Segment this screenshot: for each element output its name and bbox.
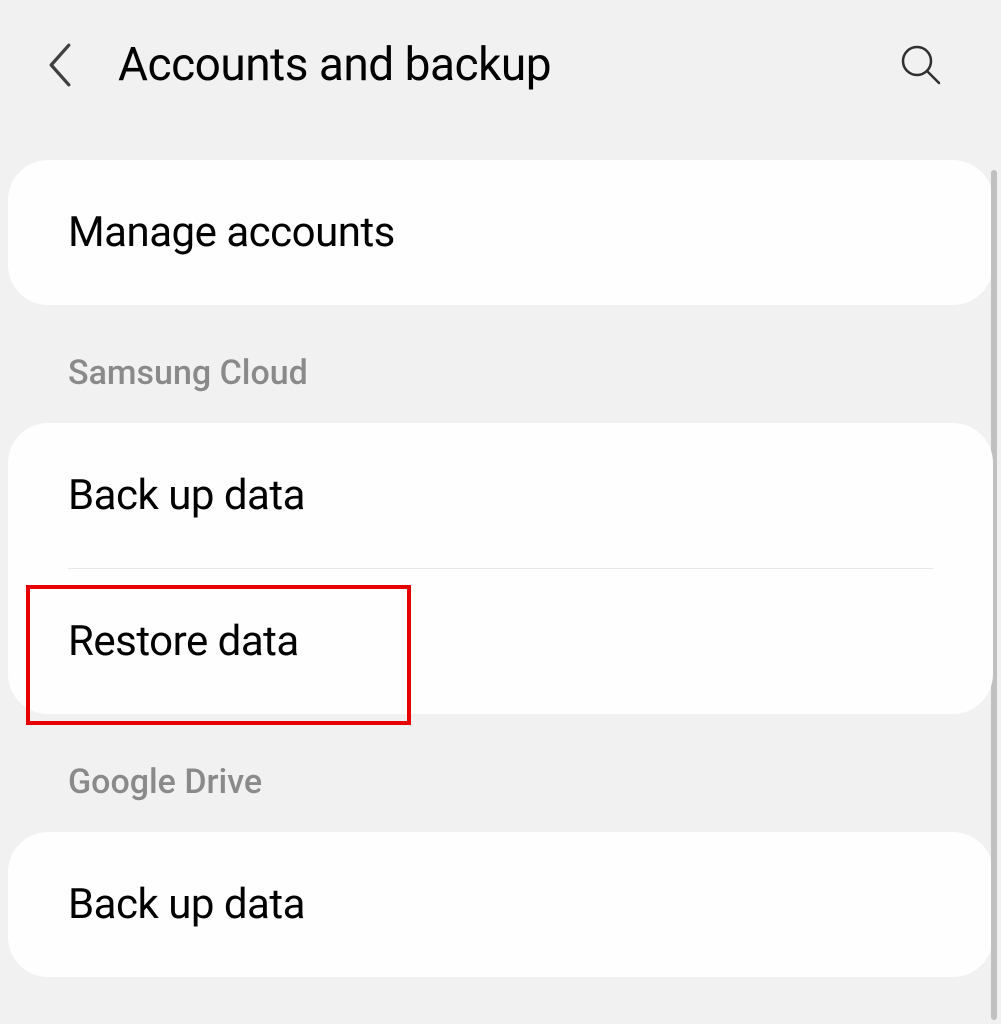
manage-accounts-item[interactable]: Manage accounts	[8, 160, 993, 305]
header-bar: Accounts and backup	[0, 0, 1001, 130]
google-backup-item[interactable]: Back up data	[8, 832, 993, 977]
search-button[interactable]	[891, 35, 951, 95]
samsung-backup-item[interactable]: Back up data	[8, 423, 993, 568]
search-icon	[900, 44, 942, 86]
google-backup-label: Back up data	[68, 880, 933, 929]
samsung-backup-label: Back up data	[68, 471, 933, 520]
section-header-google-drive: Google Drive	[8, 714, 993, 832]
back-button[interactable]	[30, 35, 90, 95]
samsung-restore-item[interactable]: Restore data	[8, 569, 993, 714]
google-drive-card: Back up data	[8, 832, 993, 977]
content-area: Manage accounts Samsung Cloud Back up da…	[0, 160, 1001, 977]
chevron-left-icon	[46, 43, 74, 87]
page-title: Accounts and backup	[118, 38, 891, 92]
samsung-restore-label: Restore data	[68, 617, 933, 666]
section-header-samsung-cloud: Samsung Cloud	[8, 305, 993, 423]
manage-accounts-label: Manage accounts	[68, 208, 933, 257]
samsung-cloud-card: Back up data Restore data	[8, 423, 993, 714]
